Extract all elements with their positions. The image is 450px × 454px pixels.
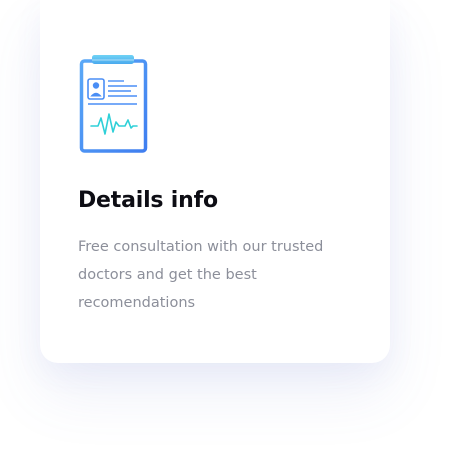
card-description: Free consultation with our trusted docto…: [78, 239, 324, 311]
medical-clipboard-icon: [79, 54, 149, 154]
card-title: Details info: [78, 188, 218, 213]
feature-card: Details info Free consultation with our …: [40, 0, 390, 363]
